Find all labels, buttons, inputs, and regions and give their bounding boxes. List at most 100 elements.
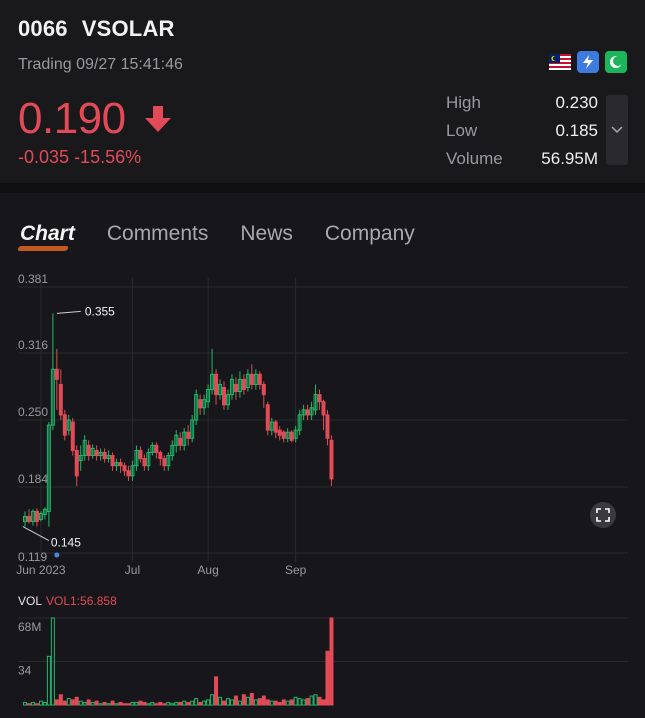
volume-bar [178,701,183,706]
stat-label: Volume [446,149,503,168]
trading-status: Trading 09/27 15:41:46 [18,56,183,73]
volume-bar [289,699,294,706]
volume-bar [23,701,27,706]
volume-bar [325,650,330,706]
volume-bar [293,696,298,706]
volume-bar [301,699,306,706]
candle-body [257,373,262,385]
volume-bar [58,694,63,706]
volume-bar [30,701,35,706]
candle-body [34,510,39,523]
candle-body [233,383,238,393]
candle-body [265,404,270,431]
volume-bar [273,700,278,706]
volume-bar [118,701,123,706]
tab-news[interactable]: News [240,222,293,246]
volume-bar [82,701,87,706]
fullscreen-icon [596,508,610,522]
annotation-leader [22,526,50,542]
expand-stats-button[interactable] [606,95,628,165]
volume-bar [285,700,290,706]
volume-bar [38,700,43,706]
volume-bar [245,696,250,706]
volume-bar [66,698,71,706]
fullscreen-button[interactable] [590,502,616,528]
candle-body [325,414,330,439]
candle-body [261,383,266,396]
change-absolute: -0.035 [18,147,70,167]
stock-code: 0066 [18,16,68,41]
price-chart[interactable]: 0.381 0.316 0.250 0.184 0.119 0.355 0.145 Jun 2… [0,270,645,718]
candle-body [277,429,282,436]
candle-body [142,458,147,467]
volume-bar [313,694,318,706]
candle-body [58,383,63,416]
volume-label: VOL [18,594,43,608]
volume-bar [317,696,322,706]
volume-value: VOL1:56.858 [46,594,117,608]
candle-body [281,431,286,439]
candle-body [178,437,183,446]
y-tick-label: 0.381 [18,272,48,286]
tab-comments[interactable]: Comments [107,222,209,246]
volume-bar [206,699,211,706]
volume-bar [134,701,139,706]
stat-value: 0.230 [555,93,598,112]
candle-body [154,444,159,453]
candle-body [289,431,294,441]
candle-body [110,455,115,467]
tab-chart[interactable]: Chart [20,222,75,246]
volume-bar [269,700,274,706]
y-tick-label: 0.119 [18,550,47,564]
volume-bar [138,700,143,706]
volume-bar [46,655,51,706]
lightning-badge-icon [577,51,599,73]
tab-company[interactable]: Company [325,222,415,246]
volume-bar [70,699,75,706]
x-tick-label: Jul [125,563,140,577]
volume-bar [150,701,155,706]
stat-value: 56.95M [541,149,598,168]
volume-bar [297,698,302,706]
volume-bar [102,701,107,706]
candle-body [321,401,326,416]
change-percent: -15.56% [74,147,142,167]
price-change: -0.035 -15.56% [18,147,141,168]
volume-bar [158,701,163,706]
y-tick-label: 0.316 [18,338,48,352]
y-tick-label: 0.184 [18,472,48,486]
event-marker-dot [54,552,60,558]
volume-bar [146,703,151,706]
volume-bar [182,700,187,706]
volume-bar [130,701,135,706]
volume-bar [98,703,103,706]
stock-name: VSOLAR [81,16,175,41]
volume-bar [309,695,314,706]
volume-bar [34,703,39,706]
volume-bar [265,699,270,706]
candle-body [118,462,123,467]
candle-body [138,449,143,460]
candle-body [162,458,167,467]
volume-bar [190,700,195,706]
volume-bar [54,699,59,706]
candle-body [273,421,278,433]
volume-bar [214,676,219,706]
volume-bar [210,694,215,706]
stat-label: High [446,93,481,112]
high-annotation: 0.355 [85,304,115,318]
candle-body [122,465,127,472]
stat-value: 0.185 [555,121,598,140]
volume-bar [229,699,234,706]
chevron-down-icon [611,126,623,134]
volume-bar [106,703,111,706]
stock-title: 0066 VSOLAR [18,16,175,42]
x-tick-label: Aug [197,563,218,577]
volume-bar [114,703,119,706]
volume-bar [321,699,326,706]
volume-bar [198,701,203,706]
section-divider [0,183,645,193]
candle-body [214,373,219,396]
volume-bar [249,692,254,706]
volume-bar [166,701,171,706]
